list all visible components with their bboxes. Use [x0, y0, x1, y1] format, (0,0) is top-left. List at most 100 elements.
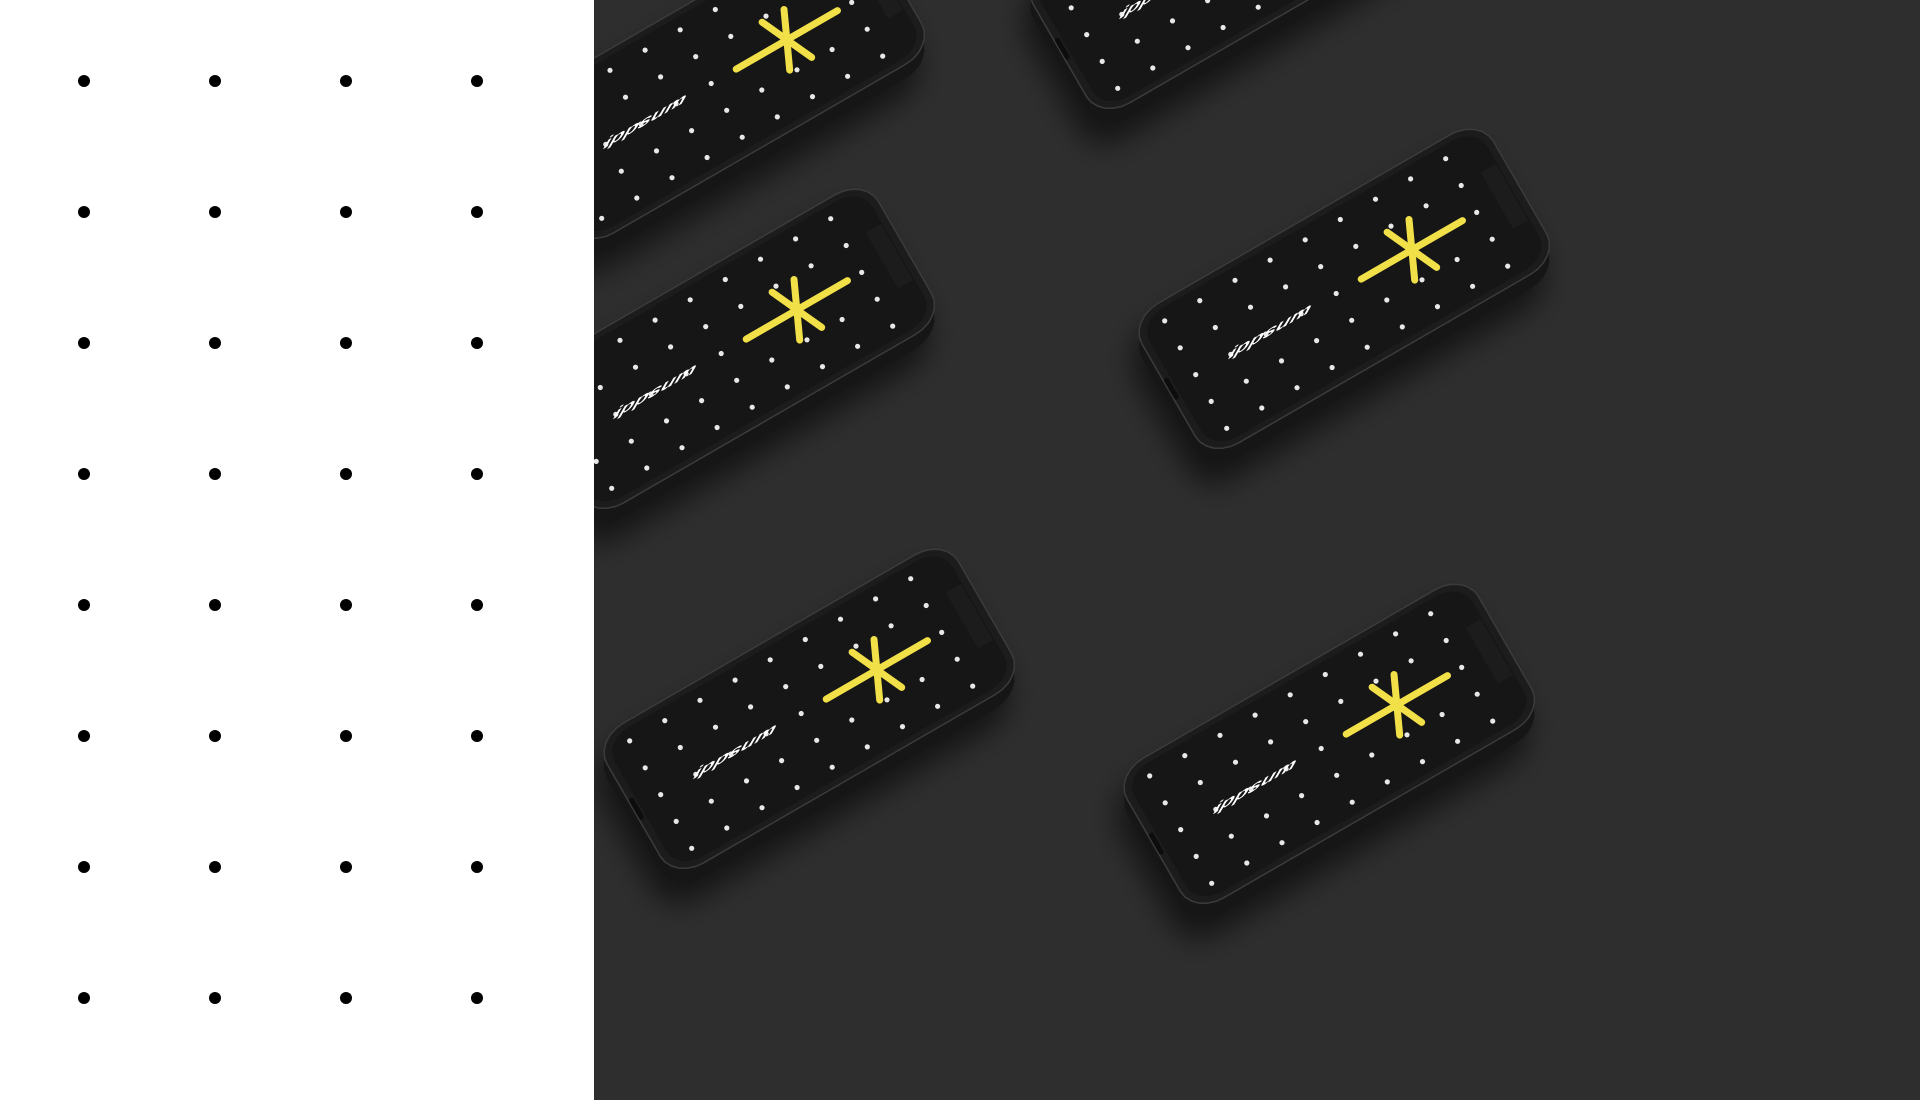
screen-dot	[1364, 344, 1370, 350]
screen-dot	[1134, 38, 1140, 44]
screen-dot	[1193, 372, 1199, 378]
pattern-dot	[340, 861, 352, 873]
screen-dot	[634, 195, 640, 201]
pattern-dot	[78, 468, 90, 480]
screen-dot	[1349, 799, 1355, 805]
screen-dot	[888, 623, 894, 629]
screen-dot	[923, 602, 929, 609]
screen-dot	[1419, 277, 1425, 283]
pattern-dot	[209, 730, 221, 742]
phone-middle-right: ippsum	[1138, 128, 1551, 463]
screen-dot	[845, 73, 851, 79]
pattern-dot	[471, 206, 483, 218]
pattern-dot	[471, 468, 483, 480]
screen-dot	[722, 276, 728, 283]
screen-dot	[1337, 216, 1343, 223]
pattern-dot	[209, 337, 221, 349]
screen-dot	[819, 364, 826, 370]
screen-dot	[1333, 290, 1339, 297]
pattern-dot	[209, 468, 221, 480]
screen-dot	[757, 256, 764, 262]
screen-dot	[1178, 827, 1184, 833]
screen-dot	[693, 54, 699, 60]
phone-middle-left: ippsum	[594, 188, 936, 523]
screen-dot	[714, 424, 720, 431]
screen-dot	[1224, 425, 1230, 431]
screen-dot	[628, 438, 634, 444]
screen-dot	[970, 683, 976, 689]
screen-dot	[908, 576, 914, 582]
screen-dot	[808, 263, 814, 269]
pattern-dot	[340, 337, 352, 349]
screen-dot	[658, 74, 664, 80]
screen-dot	[1303, 719, 1309, 725]
screen-dot	[734, 377, 740, 383]
screen-dot	[1423, 203, 1429, 209]
pattern-dot	[471, 337, 483, 349]
screen-dot	[1247, 304, 1254, 310]
screen-dot	[748, 704, 754, 710]
screen-dot	[855, 343, 861, 349]
screen-dot	[1373, 678, 1379, 684]
screen-dot	[708, 80, 714, 87]
screen-dot	[954, 656, 960, 662]
screen-dot	[1384, 297, 1390, 303]
screen-dot	[779, 758, 785, 764]
screen-dot	[1243, 378, 1249, 384]
screen-dot	[1458, 182, 1464, 189]
screen-dot	[853, 643, 859, 649]
screen-dot	[794, 784, 800, 791]
screen-dot	[673, 818, 679, 825]
screen-dot	[763, 13, 769, 19]
screen-dot	[1318, 264, 1324, 270]
screen-dot	[1209, 880, 1215, 886]
screen-dot	[1177, 345, 1183, 351]
screen-dot	[1474, 691, 1480, 697]
screen-dot	[798, 710, 804, 717]
screen-dot	[689, 128, 695, 134]
screen-dot	[1162, 800, 1168, 806]
phone-scene: ippsumippsumippsumippsumippsumippsum	[594, 0, 1551, 918]
screen-dot	[809, 94, 816, 100]
pattern-dot	[78, 861, 90, 873]
screen-dot	[732, 677, 738, 683]
screen-dot	[1439, 711, 1445, 718]
screen-dot	[1115, 85, 1121, 91]
screen-dot	[828, 216, 834, 222]
screen-dot	[829, 46, 835, 53]
screen-dot	[884, 697, 890, 703]
screen-dot	[1217, 732, 1223, 738]
dot-grid	[78, 75, 483, 1004]
pattern-dot	[340, 992, 352, 1004]
screen-dot	[662, 718, 668, 724]
screen-dot	[783, 684, 789, 690]
screen-dot	[759, 87, 765, 93]
screen-dot	[668, 344, 674, 350]
screen-dot	[773, 283, 779, 289]
pattern-dot	[471, 599, 483, 611]
pattern-dot	[209, 861, 221, 873]
screen-dot	[1404, 732, 1410, 738]
screen-dot	[1459, 664, 1465, 671]
screen-dot	[1259, 405, 1265, 411]
screen-dot	[1068, 5, 1074, 11]
screen-dot	[1443, 637, 1449, 644]
screen-dot	[1252, 712, 1258, 718]
screen-dot	[1212, 324, 1218, 331]
screen-dot	[793, 236, 799, 242]
screen-dot	[1232, 759, 1239, 765]
screen-dot	[599, 215, 605, 221]
screen-dot	[1279, 840, 1285, 846]
screen-dot	[703, 324, 709, 330]
screen-dot	[658, 792, 664, 798]
screen-dot	[653, 148, 660, 154]
screen-dot	[939, 629, 945, 636]
screen-dot	[1244, 860, 1250, 866]
screen-dot	[712, 6, 718, 13]
screen-dot	[1278, 358, 1285, 364]
screen-dot	[679, 445, 685, 451]
pattern-dot	[340, 75, 352, 87]
pattern-dot	[78, 599, 90, 611]
phone-top-right: ippsum	[1030, 0, 1333, 123]
screen-dot	[622, 94, 629, 100]
